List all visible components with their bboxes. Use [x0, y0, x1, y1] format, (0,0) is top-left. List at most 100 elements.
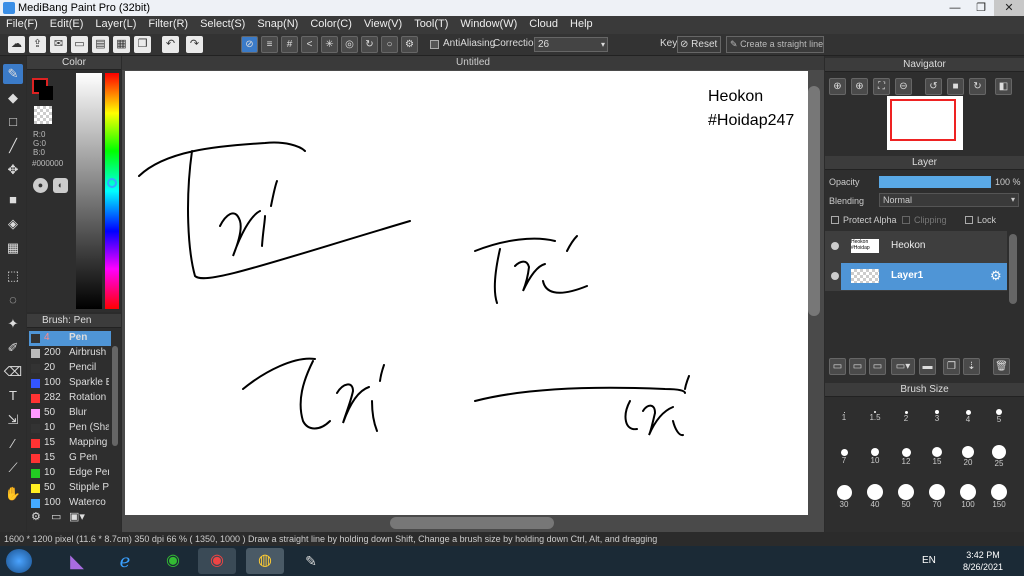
gradient-tool-icon[interactable]: ▦ — [3, 238, 23, 258]
reset-rotation-icon[interactable]: ■ — [947, 78, 964, 95]
language-indicator[interactable]: EN — [922, 555, 936, 566]
close-button[interactable]: ✕ — [994, 0, 1024, 16]
operation-tool-icon[interactable]: ⇲ — [3, 410, 23, 430]
brush-item[interactable]: 200 Airbrush — [29, 346, 111, 361]
brush-size-option[interactable]: 12 — [891, 444, 921, 472]
brush-item[interactable]: 282 Rotation — [29, 391, 111, 406]
parallel-snap-icon[interactable]: ≡ — [261, 36, 278, 53]
eraser-tool-icon[interactable]: ◆ — [3, 88, 23, 108]
brush-item[interactable]: 50 Blur — [29, 406, 111, 421]
layer-settings-icon[interactable]: ⚙ — [990, 268, 1002, 284]
vertical-scrollbar[interactable] — [808, 86, 820, 316]
start-button[interactable] — [6, 549, 32, 573]
menu-file[interactable]: File(F) — [0, 16, 44, 32]
select-pen-tool-icon[interactable]: ✐ — [3, 338, 23, 358]
antialiasing-checkbox[interactable] — [430, 40, 439, 49]
brush-size-option[interactable]: 2 — [891, 404, 921, 432]
flip-icon[interactable]: ◧ — [995, 78, 1012, 95]
grid-doc-icon[interactable]: ▦ — [113, 36, 130, 53]
brush-item[interactable]: 10 Pen (Sha — [29, 421, 111, 436]
eyedropper-tool-icon[interactable]: ⁄ — [3, 434, 23, 454]
select-rect-tool-icon[interactable]: ⬚ — [3, 266, 23, 286]
internet-explorer-icon[interactable]: ℯ — [106, 548, 144, 574]
duplicate-layer-icon[interactable]: ❐ — [943, 358, 960, 375]
protect-alpha-checkbox[interactable] — [831, 216, 839, 224]
menu-filter[interactable]: Filter(R) — [142, 16, 194, 32]
brush-add-icon[interactable]: ▣▾ — [69, 510, 93, 524]
grid-snap-icon[interactable]: # — [281, 36, 298, 53]
brush-size-option[interactable]: 20 — [953, 444, 983, 472]
background-color[interactable] — [39, 86, 53, 100]
new-layer-1bit-icon[interactable]: ▭ — [869, 358, 886, 375]
brush-size-option[interactable]: 70 — [922, 484, 952, 512]
chat-icon[interactable]: ▭ — [71, 36, 88, 53]
brush-size-option[interactable]: 30 — [829, 484, 859, 512]
brush-size-option[interactable]: 50 — [891, 484, 921, 512]
cloud-icon[interactable]: ☁ — [8, 36, 25, 53]
document-tab[interactable]: Untitled — [122, 56, 824, 70]
menu-snap[interactable]: Snap(N) — [251, 16, 304, 32]
brush-item[interactable]: 15 G Pen — [29, 451, 111, 466]
layer-row-layer1[interactable]: Layer1 ⚙ — [825, 261, 1007, 291]
copy-icon[interactable]: ❐ — [134, 36, 151, 53]
clipping-checkbox[interactable] — [902, 216, 910, 224]
visual-studio-icon[interactable]: ◣ — [58, 548, 96, 574]
rotate-left-icon[interactable]: ↺ — [925, 78, 942, 95]
brush-size-option[interactable]: 1.5 — [860, 404, 890, 432]
visibility-icon[interactable] — [831, 242, 839, 250]
hue-bar[interactable] — [105, 73, 119, 309]
bucket-tool-icon[interactable]: ◈ — [3, 214, 23, 234]
brush-item[interactable]: 100 Sparkle B — [29, 376, 111, 391]
coccoc-icon[interactable]: ◉ — [154, 548, 192, 574]
undo-icon[interactable]: ↶ — [162, 36, 179, 53]
brush-size-option[interactable]: 10 — [860, 444, 890, 472]
rotate-right-icon[interactable]: ↻ — [969, 78, 986, 95]
brush-tool-icon[interactable]: ✎ — [3, 64, 23, 84]
menu-cloud[interactable]: Cloud — [523, 16, 564, 32]
zoom-in-alt-icon[interactable]: ⊕ — [851, 78, 868, 95]
fill-rect-tool-icon[interactable]: ■ — [3, 190, 23, 210]
upload-icon[interactable]: ⇪ — [29, 36, 46, 53]
brush-settings-icon[interactable]: ⚙ — [31, 510, 45, 524]
brush-item[interactable]: 4 Pen — [29, 331, 111, 346]
comment-icon[interactable]: ✉ — [50, 36, 67, 53]
fit-icon[interactable]: ⛶ — [873, 78, 890, 95]
brush-size-option[interactable]: 150 — [984, 484, 1014, 512]
perspective-snap-icon[interactable]: < — [301, 36, 318, 53]
brush-item[interactable]: 20 Pencil — [29, 361, 111, 376]
brush-item[interactable]: 15 Mapping — [29, 436, 111, 451]
layer-row-heokon[interactable]: Heokon #Hoidap Heokon — [825, 231, 1007, 261]
select-eraser-tool-icon[interactable]: ⌫ — [3, 362, 23, 382]
shape-tool-icon[interactable]: □ — [3, 112, 23, 132]
paint-icon[interactable]: ✎ — [292, 548, 330, 574]
new-layer-8bit-icon[interactable]: ▭ — [849, 358, 866, 375]
magic-wand-tool-icon[interactable]: ✦ — [3, 314, 23, 334]
zoom-out-icon[interactable]: ⊖ — [895, 78, 912, 95]
no-snap-icon[interactable]: ⊘ — [241, 36, 258, 53]
straight-line-button[interactable]: ✎ Create a straight line — [726, 36, 824, 53]
brush-item[interactable]: 100 Waterco — [29, 496, 111, 511]
brightness-bar[interactable] — [76, 73, 102, 309]
brush-size-option[interactable]: 5 — [984, 404, 1014, 432]
hand-tool-icon[interactable]: ✋ — [3, 484, 23, 504]
minimize-button[interactable]: — — [942, 0, 968, 16]
maximize-button[interactable]: ❐ — [968, 0, 994, 16]
brush-size-option[interactable]: 15 — [922, 444, 952, 472]
delete-layer-icon[interactable]: 🗑 — [993, 358, 1010, 375]
brush-new-icon[interactable]: ▭ — [51, 510, 65, 524]
menu-view[interactable]: View(V) — [358, 16, 408, 32]
add-layer-menu-icon[interactable]: ▭▾ — [891, 358, 915, 375]
menu-tool[interactable]: Tool(T) — [408, 16, 454, 32]
ellipse-snap-icon[interactable]: ○ — [381, 36, 398, 53]
divide-tool-icon[interactable]: ⟋ — [3, 458, 23, 478]
brush-item[interactable]: 50 Stipple P — [29, 481, 111, 496]
horizontal-scrollbar[interactable] — [390, 517, 554, 529]
document-icon[interactable]: ▤ — [92, 36, 109, 53]
menu-color[interactable]: Color(C) — [304, 16, 358, 32]
merge-layer-icon[interactable]: ⇣ — [963, 358, 980, 375]
hue-handle[interactable] — [107, 178, 117, 188]
brush-size-option[interactable]: 40 — [860, 484, 890, 512]
menu-window[interactable]: Window(W) — [454, 16, 523, 32]
brush-size-option[interactable]: 4 — [953, 404, 983, 432]
text-tool-icon[interactable]: T — [3, 386, 23, 406]
